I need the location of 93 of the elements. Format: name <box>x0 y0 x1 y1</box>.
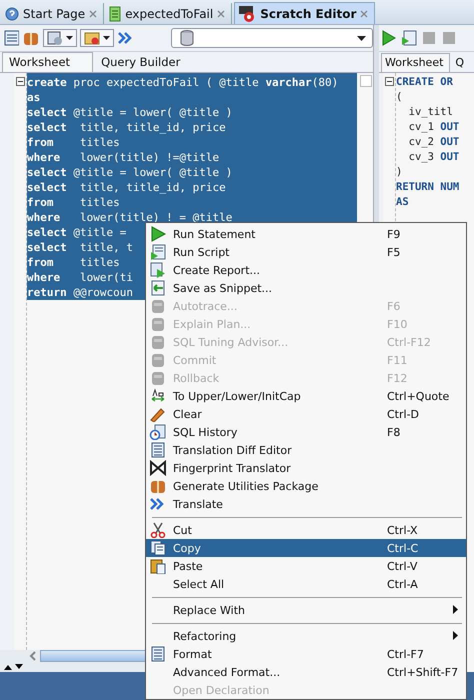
code-line: ( <box>396 90 402 105</box>
file-icon <box>109 6 122 22</box>
clock-document-icon <box>149 424 167 440</box>
code-line: return @@rowcoun <box>27 285 133 300</box>
code-line: create proc expectedToFail ( @title varchar(80) <box>27 75 338 90</box>
menu-item[interactable]: Run Script F5 <box>146 243 466 261</box>
code-line: cv_3 OUT <box>408 150 460 165</box>
menu-item[interactable]: Paste Ctrl-V <box>146 557 466 575</box>
database-icon <box>149 370 167 386</box>
code-line: select @title = lower( @title ) <box>27 105 232 120</box>
code-line: select title, title_id, price <box>27 180 226 195</box>
sql-editor-icon <box>238 4 256 22</box>
menu-item[interactable]: Advanced Format... Ctrl+Shift-F7 <box>146 663 466 681</box>
folder-dropdown[interactable] <box>80 29 114 47</box>
script-run-icon <box>149 244 167 260</box>
script-run-icon[interactable] <box>401 30 417 46</box>
code-line: select @title = <box>27 225 128 240</box>
menu-item[interactable]: Create Report... <box>146 261 466 279</box>
code-line: as <box>27 90 40 105</box>
code-line: ) <box>396 165 402 180</box>
package-icon <box>149 478 167 494</box>
menu-item[interactable]: Translate <box>146 495 466 513</box>
code-line: where lower(title) !=@title <box>27 150 220 165</box>
code-line: cv_1 OUT <box>408 120 460 135</box>
worksheet-tab[interactable]: Worksheet <box>2 52 94 72</box>
close-icon[interactable] <box>360 10 368 18</box>
menu-item[interactable]: Fingerprint Translator <box>146 459 466 477</box>
collapse-icon[interactable] <box>385 77 394 86</box>
collapse-icon[interactable] <box>16 77 25 86</box>
editor-tab[interactable]: Start Page <box>2 3 104 24</box>
caret-icon <box>66 36 73 40</box>
eraser-icon <box>149 406 167 422</box>
menu-item[interactable]: Refactoring <box>146 627 466 645</box>
help-icon <box>5 6 19 20</box>
database-icon <box>149 334 167 350</box>
code-line: select title, t <box>27 240 133 255</box>
connection-dropdown[interactable] <box>42 29 77 47</box>
worksheet-tab[interactable]: Query Builder <box>95 53 186 72</box>
menu-item[interactable]: Replace With <box>146 601 466 619</box>
code-line: from titles <box>27 195 120 210</box>
menu-item[interactable]: Translation Diff Editor <box>146 441 466 459</box>
code-line: CREATE OR <box>396 75 453 90</box>
window-icon <box>46 30 63 46</box>
chevrons-icon[interactable] <box>116 30 132 46</box>
database-icon <box>149 352 167 368</box>
scroll-left-icon[interactable] <box>28 651 38 661</box>
document-icon <box>149 646 167 662</box>
database-icon <box>149 298 167 314</box>
menu-item[interactable]: Run Statement F9 <box>146 225 466 243</box>
worksheet-tab[interactable]: Worksheet <box>381 53 450 72</box>
play-icon <box>149 226 167 242</box>
menu-item[interactable]: Select All Ctrl-A <box>146 575 466 593</box>
database-icon <box>149 316 167 332</box>
menu-item[interactable]: Save as Snippet... <box>146 279 466 297</box>
paste-icon <box>149 558 167 574</box>
snippet-icon <box>149 280 167 296</box>
menu-item[interactable]: SQL History F8 <box>146 423 466 441</box>
folder-icon <box>84 30 100 46</box>
scissors-icon <box>149 522 167 538</box>
menu-item[interactable]: To Upper/Lower/InitCap Ctrl+Quote <box>146 387 466 405</box>
menu-item[interactable]: Cut Ctrl-X <box>146 521 466 539</box>
code-line: select title, title_id, price <box>27 120 226 135</box>
report-icon <box>149 262 167 278</box>
code-line: from titles <box>27 135 120 150</box>
menu-item[interactable]: Clear Ctrl-D <box>146 405 466 423</box>
worksheet-tab[interactable]: Q <box>452 54 470 72</box>
play-icon[interactable] <box>381 30 397 46</box>
caret-icon <box>357 36 366 40</box>
menu-item[interactable]: Generate Utilities Package <box>146 477 466 495</box>
code-line: select @title = lower( @title ) <box>27 165 232 180</box>
bowtie-icon <box>149 460 167 476</box>
code-line: iv_titl <box>408 105 453 120</box>
code-line: AS <box>396 195 409 210</box>
code-line: where lower(title) ! = @title <box>27 210 232 225</box>
split-arrows-icon[interactable] <box>4 664 24 670</box>
code-line: cv_2 OUT <box>408 135 460 150</box>
database-icon <box>180 30 194 46</box>
menu-item[interactable]: Copy Ctrl-C <box>146 539 466 557</box>
split-handle[interactable] <box>360 75 372 87</box>
close-icon[interactable] <box>217 10 226 18</box>
editor-tab[interactable]: Scratch Editor <box>234 2 376 24</box>
code-line: RETURN NUM <box>396 180 460 195</box>
copy-icon <box>149 540 167 556</box>
editor-tab[interactable]: expectedToFail <box>106 3 232 24</box>
close-icon[interactable] <box>89 10 98 18</box>
code-line: from titles <box>27 255 120 270</box>
code-line: where lower(ti <box>27 270 133 285</box>
menu-item[interactable]: Format Ctrl-F7 <box>146 645 466 663</box>
grid-icon[interactable] <box>4 30 20 46</box>
case-arrows-icon <box>149 388 167 404</box>
document-icon <box>149 442 167 458</box>
caret-icon <box>102 36 110 40</box>
database-select[interactable] <box>171 28 373 48</box>
